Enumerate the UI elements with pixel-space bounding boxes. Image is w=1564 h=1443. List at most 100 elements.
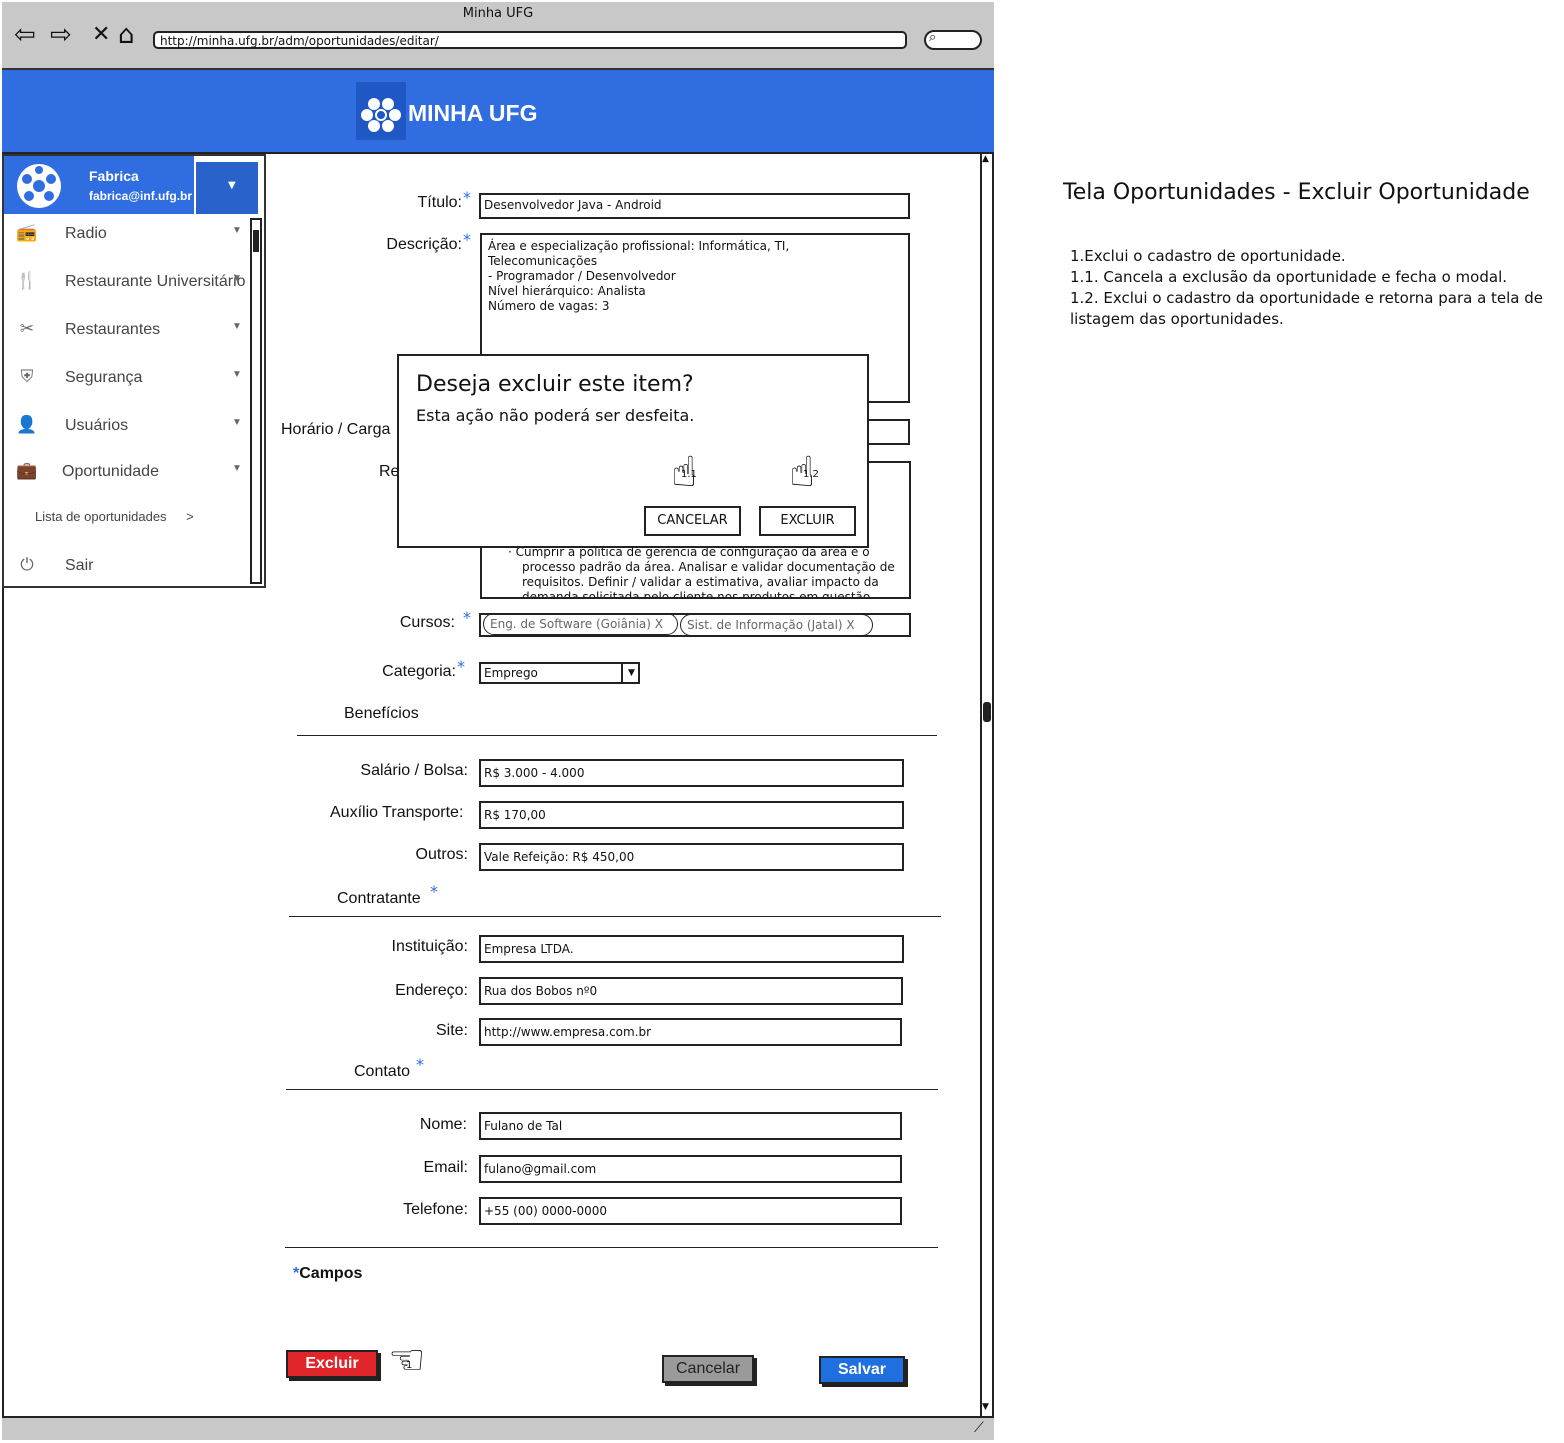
sidebar-item-sair[interactable]: ⏻ Sair [4,555,252,595]
salario-input[interactable]: R$ 3.000 - 4.000 [479,759,904,787]
address-bar[interactable]: http://minha.ufg.br/adm/oportunidades/ed… [153,31,907,49]
sidebar-item-restaurantes[interactable]: ✂ Restaurantes ▼ [4,319,252,359]
chevron-down-icon[interactable]: ▼ [621,664,638,682]
scroll-thumb[interactable] [253,230,259,252]
section-divider [285,1247,938,1248]
required-star: * [430,882,438,901]
email-field[interactable]: fulano@gmail.com [479,1155,902,1183]
resize-grip-icon[interactable]: ⟋ [974,1420,984,1436]
power-icon: ⏻ [20,555,34,574]
categoria-value: Emprego [484,666,538,680]
shield-icon: ⛨ [20,367,34,386]
beneficios-title: Benefícios [344,705,419,722]
section-divider [289,916,941,917]
nome-label: Nome: [419,1116,467,1133]
descricao-line: Área e especialização profissional: Info… [488,239,790,268]
site-label: Site: [435,1022,468,1039]
logo-icon [356,82,406,140]
step-badge: 1 [406,1360,413,1371]
required-star: * [463,230,471,249]
requisitos-line: processo padrão da área. Analisar e vali… [522,560,895,574]
scroll-thumb[interactable] [983,702,991,722]
required-star: * [463,608,471,627]
outros-label: Outros: [415,846,468,863]
sidebar-item-label: Restaurantes [65,321,161,338]
sidebar-scrollbar[interactable] [250,218,262,584]
sidebar-item-oportunidade[interactable]: 💼 Oportunidade ▼ [4,461,252,501]
required-star: * [416,1055,424,1074]
descricao-line: - Programador / Desenvolvedor [488,269,676,283]
app-title: MINHA UFG [408,100,538,126]
forward-icon[interactable]: ⇨ [50,22,72,48]
home-icon[interactable]: ⌂ [118,22,135,48]
chevron-down-icon: ▼ [232,321,242,332]
radio-icon: 📻 [16,223,38,242]
cancelar-button[interactable]: Cancelar [662,1355,754,1383]
avatar [15,162,63,214]
titulo-input[interactable]: Desenvolvedor Java - Android [479,193,910,219]
scroll-down-icon[interactable]: ▼ [982,1402,989,1412]
auxilio-input[interactable]: R$ 170,00 [479,801,904,829]
excluir-button[interactable]: Excluir [286,1350,378,1378]
required-note: *Campos [293,1265,362,1283]
sidebar-item-label: Restaurante Universitário [65,273,246,290]
requisitos-line: requisitos. Definir / validar a estimati… [522,575,879,589]
sidebar-item-restaurante-universitario[interactable]: 🍴 Restaurante Universitário ▼ [4,271,252,311]
modal-cancel-button[interactable]: CANCELAR [644,506,741,536]
modal-delete-button[interactable]: EXCLUIR [759,506,856,536]
categoria-select[interactable]: Emprego ▼ [479,662,640,684]
telefone-label: Telefone: [403,1201,468,1218]
sidebar-item-label: Sair [65,557,94,574]
salvar-button[interactable]: Salvar [819,1356,905,1384]
search-box[interactable]: ⌕ [924,30,982,50]
step-badge: 1.2 [803,469,819,480]
user-menu-toggle[interactable]: ▼ [196,162,258,214]
contato-title: Contato [354,1063,411,1080]
titulo-label: Título: [417,194,462,211]
salario-label: Salário / Bolsa: [360,762,468,779]
instituicao-label: Instituição: [391,938,468,955]
sidebar-item-usuarios[interactable]: 👤 Usuários ▼ [4,415,252,455]
annotation-line: 1.Exclui o cadastro de oportunidade. [1070,247,1346,265]
search-icon: ⌕ [929,30,937,45]
user-email: fabrica@inf.ufg.br [89,189,193,203]
telefone-input[interactable]: +55 (00) 0000-0000 [479,1197,902,1225]
horario-label: Horário / Carga [281,421,391,438]
contratante-title: Contratante [337,890,421,907]
endereco-input[interactable]: Rua dos Bobos nº0 [479,977,903,1005]
sidebar-item-radio[interactable]: 📻 Radio ▼ [4,223,252,263]
utensils-icon: ✂ [19,319,35,338]
user-icon: 👤 [16,415,38,434]
curso-chip[interactable]: Eng. de Software (Goiânia) X [483,613,678,635]
site-input[interactable]: http://www.empresa.com.br [479,1018,902,1046]
scroll-up-icon[interactable]: ▲ [982,154,989,164]
nome-input[interactable]: Fulano de Tal [479,1112,902,1140]
annotation-line: 1.2. Exclui o cadastro da oportunidade e… [1070,289,1544,328]
window-title: Minha UFG [462,6,534,21]
page-scrollbar[interactable]: ▲ ▼ [980,154,994,1416]
status-bar: ⟋ [2,1416,994,1440]
chevron-down-icon: ▼ [232,273,242,284]
sidebar-item-seguranca[interactable]: ⛨ Segurança ▼ [4,367,252,407]
confirm-delete-modal: Deseja excluir este item? Esta ação não … [397,354,869,548]
cursos-label: Cursos: [399,614,455,631]
outros-input[interactable]: Vale Refeição: R$ 450,00 [479,843,904,871]
descricao-line: Nível hierárquico: Analista [488,284,646,298]
back-icon[interactable]: ⇦ [14,22,36,48]
close-icon[interactable]: ✕ [92,22,110,48]
sidebar-subitem-label: Lista de oportunidades [35,509,167,524]
chevron-down-icon: ▼ [232,369,242,380]
curso-chip[interactable]: Sist. de Informação (Jatal) X [680,614,873,636]
instituicao-input[interactable]: Empresa LTDA. [479,935,904,963]
sidebar-item-label: Segurança [65,369,143,386]
chevron-right-icon: > [186,509,194,524]
annotation-line: 1.1. Cancela a exclusão da oportunidade … [1070,268,1507,286]
section-divider [297,735,937,736]
chevron-down-icon: ▼ [232,417,242,428]
briefcase-icon: 💼 [16,461,38,480]
section-divider [286,1089,938,1090]
sidebar-subitem-lista-oportunidades[interactable]: Lista de oportunidades > [35,509,194,524]
sidebar-item-label: Usuários [65,417,129,434]
step-badge: 1.1 [681,469,697,480]
modal-message: Esta ação não poderá ser desfeita. [416,406,695,425]
